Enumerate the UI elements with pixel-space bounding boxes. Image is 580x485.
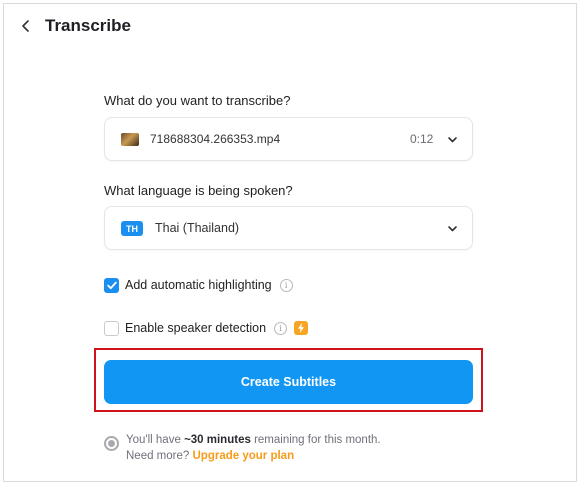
speaker-detection-option: Enable speaker detection i <box>104 320 309 336</box>
transcribe-panel: Transcribe What do you want to transcrib… <box>3 3 577 482</box>
speaker-detection-checkbox[interactable] <box>104 320 119 336</box>
media-label: What do you want to transcribe? <box>104 93 291 108</box>
speaker-detection-label: Enable speaker detection <box>125 321 267 335</box>
info-icon[interactable]: i <box>279 278 293 292</box>
create-subtitles-button[interactable]: Create Subtitles <box>104 360 473 404</box>
chevron-down-icon <box>448 226 457 232</box>
language-code-badge: TH <box>121 221 143 236</box>
info-icon[interactable]: i <box>274 321 288 335</box>
language-name: Thai (Thailand) <box>155 221 240 235</box>
page-title: Transcribe <box>45 16 131 35</box>
checkmark-icon <box>106 281 117 289</box>
usage-radio-icon <box>104 436 119 451</box>
chevron-down-icon <box>448 137 457 143</box>
lightning-bolt-icon <box>294 321 309 335</box>
back-button[interactable] <box>17 17 35 35</box>
highlighting-label: Add automatic highlighting <box>125 278 272 292</box>
chevron-left-icon <box>22 20 29 32</box>
upgrade-line: Need more? Upgrade your plan <box>126 450 295 462</box>
media-select[interactable]: 718688304.266353.mp4 0:12 <box>104 117 473 161</box>
highlighting-checkbox[interactable] <box>104 277 119 293</box>
upgrade-plan-link[interactable]: Upgrade your plan <box>193 450 295 462</box>
file-name: 718688304.266353.mp4 <box>150 132 281 146</box>
header: Transcribe <box>4 4 576 50</box>
language-select[interactable]: TH Thai (Thailand) <box>104 206 473 250</box>
language-label: What language is being spoken? <box>104 183 293 198</box>
video-thumbnail <box>121 133 139 146</box>
highlighting-option: Add automatic highlighting i <box>104 277 293 293</box>
media-duration: 0:12 <box>410 132 434 146</box>
usage-text: You'll have ~30 minutes remaining for th… <box>126 434 381 446</box>
usage-amount: ~30 minutes <box>184 434 251 446</box>
